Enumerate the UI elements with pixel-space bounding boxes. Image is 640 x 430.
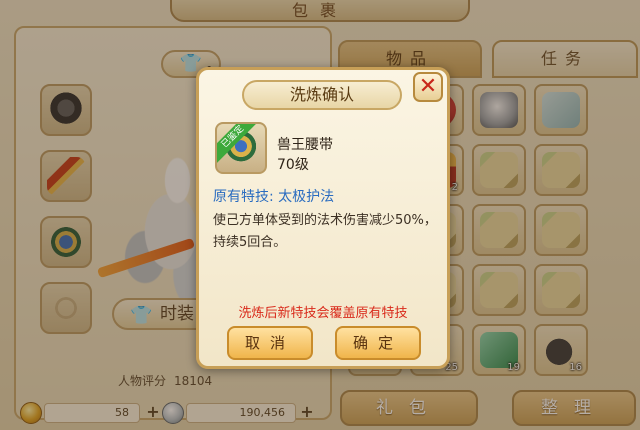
refine-confirm-dialog: 洗炼确认 ✕ 已鉴定 兽王腰带 70级 原有特技: 太极护法 使己方单体受到的法…: [196, 67, 450, 369]
skill-description: 使己方单体受到的法术伤害减少50%，持续5回合。: [213, 213, 437, 250]
skill-label: 原有特技:: [213, 189, 274, 205]
item-level: 70级: [277, 157, 309, 173]
dialog-title: 洗炼确认: [242, 80, 402, 110]
original-skill: 原有特技: 太极护法: [213, 186, 334, 206]
bag-screen: 包裹 👕 1 👕 时装 人物评分18104 58 + 190,456 + 物品 …: [0, 0, 640, 430]
skill-name: 太极护法: [278, 189, 335, 205]
overwrite-warning: 洗炼后新特技会覆盖原有特技: [238, 306, 408, 321]
confirm-button[interactable]: 确定: [335, 326, 421, 360]
cancel-button[interactable]: 取消: [227, 326, 313, 360]
close-button[interactable]: ✕: [413, 72, 443, 102]
item-slot: 已鉴定: [215, 122, 267, 174]
item-name: 兽王腰带: [277, 137, 333, 153]
close-icon: ✕: [418, 74, 438, 99]
